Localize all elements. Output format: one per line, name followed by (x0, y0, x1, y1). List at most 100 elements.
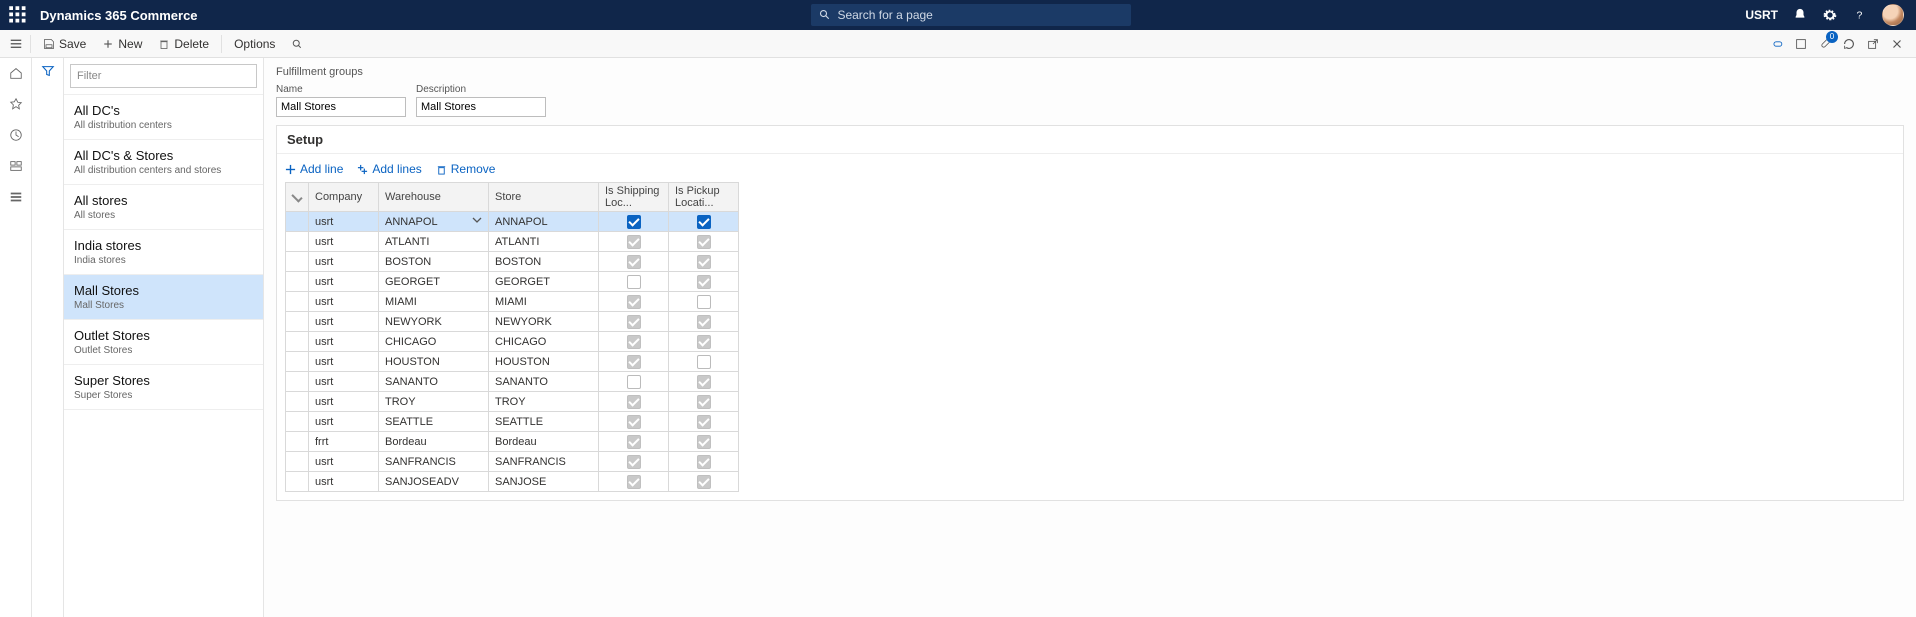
cell-store[interactable]: SANJOSE (489, 472, 599, 492)
cell-company[interactable]: usrt (309, 292, 379, 312)
table-row[interactable]: usrt SEATTLE SEATTLE (286, 412, 739, 432)
company-picker[interactable]: USRT (1745, 8, 1778, 22)
cell-store[interactable]: ATLANTI (489, 232, 599, 252)
checkbox[interactable] (627, 375, 641, 389)
action-search-button[interactable] (283, 30, 311, 57)
nav-item[interactable]: Outlet StoresOutlet Stores (64, 320, 263, 365)
nav-filter-input[interactable] (70, 64, 257, 88)
cell-company[interactable]: usrt (309, 412, 379, 432)
cell-store[interactable]: Bordeau (489, 432, 599, 452)
cell-store[interactable]: SANANTO (489, 372, 599, 392)
checkbox[interactable] (697, 355, 711, 369)
link-icon[interactable] (1770, 37, 1784, 51)
table-row[interactable]: usrt MIAMI MIAMI (286, 292, 739, 312)
table-row[interactable]: usrt ANNAPOL ANNAPOL (286, 212, 739, 232)
delete-button[interactable]: Delete (150, 30, 217, 57)
remove-button[interactable]: Remove (436, 162, 496, 176)
gear-icon[interactable] (1822, 7, 1838, 23)
checkbox[interactable] (627, 275, 641, 289)
table-row[interactable]: usrt BOSTON BOSTON (286, 252, 739, 272)
cell-warehouse[interactable]: SEATTLE (385, 416, 433, 428)
nav-item[interactable]: All storesAll stores (64, 185, 263, 230)
cell-store[interactable]: TROY (489, 392, 599, 412)
nav-item[interactable]: All DC's & StoresAll distribution center… (64, 140, 263, 185)
cell-company[interactable]: usrt (309, 272, 379, 292)
workspaces-icon[interactable] (9, 159, 23, 176)
col-warehouse[interactable]: Warehouse (379, 183, 489, 212)
description-input[interactable] (416, 97, 546, 117)
close-icon[interactable] (1890, 37, 1904, 51)
col-store[interactable]: Store (489, 183, 599, 212)
cell-company[interactable]: usrt (309, 332, 379, 352)
refresh-icon[interactable] (1842, 37, 1856, 51)
cell-store[interactable]: CHICAGO (489, 332, 599, 352)
nav-item[interactable]: Super StoresSuper Stores (64, 365, 263, 410)
cell-warehouse[interactable]: GEORGET (385, 276, 440, 288)
cell-warehouse[interactable]: SANANTO (385, 376, 438, 388)
cell-warehouse[interactable]: SANJOSEADV (385, 476, 459, 488)
cell-company[interactable]: usrt (309, 372, 379, 392)
setup-section-header[interactable]: Setup (277, 126, 1903, 154)
cell-store[interactable]: GEORGET (489, 272, 599, 292)
open-icon[interactable] (1794, 37, 1808, 51)
modules-icon[interactable] (9, 190, 23, 207)
table-row[interactable]: usrt ATLANTI ATLANTI (286, 232, 739, 252)
chevron-down-icon[interactable] (472, 215, 482, 228)
col-pickup[interactable]: Is Pickup Locati... (669, 183, 739, 212)
cell-store[interactable]: MIAMI (489, 292, 599, 312)
cell-warehouse[interactable]: MIAMI (385, 296, 417, 308)
nav-item[interactable]: Mall StoresMall Stores (64, 275, 263, 320)
filter-icon[interactable] (41, 64, 55, 81)
add-line-button[interactable]: Add line (285, 162, 343, 176)
options-button[interactable]: Options (226, 30, 283, 57)
cell-warehouse[interactable]: CHICAGO (385, 336, 436, 348)
cell-company[interactable]: usrt (309, 232, 379, 252)
col-select[interactable] (286, 183, 309, 212)
app-launcher-icon[interactable] (8, 5, 28, 25)
col-shipping[interactable]: Is Shipping Loc... (599, 183, 669, 212)
cell-company[interactable]: usrt (309, 452, 379, 472)
cell-warehouse[interactable]: ATLANTI (385, 236, 429, 248)
cell-warehouse[interactable]: ANNAPOL (385, 216, 438, 228)
recent-icon[interactable] (9, 128, 23, 145)
checkbox[interactable] (697, 215, 711, 229)
cell-warehouse[interactable]: TROY (385, 396, 416, 408)
table-row[interactable]: usrt SANANTO SANANTO (286, 372, 739, 392)
cell-company[interactable]: usrt (309, 212, 379, 232)
name-input[interactable] (276, 97, 406, 117)
cell-warehouse[interactable]: SANFRANCIS (385, 456, 456, 468)
table-row[interactable]: usrt GEORGET GEORGET (286, 272, 739, 292)
cell-company[interactable]: usrt (309, 392, 379, 412)
table-row[interactable]: usrt HOUSTON HOUSTON (286, 352, 739, 372)
cell-company[interactable]: frrt (309, 432, 379, 452)
cell-warehouse[interactable]: NEWYORK (385, 316, 442, 328)
nav-item[interactable]: All DC'sAll distribution centers (64, 95, 263, 140)
user-avatar[interactable] (1882, 4, 1904, 26)
table-row[interactable]: usrt SANFRANCIS SANFRANCIS (286, 452, 739, 472)
cell-store[interactable]: BOSTON (489, 252, 599, 272)
cell-warehouse[interactable]: HOUSTON (385, 356, 440, 368)
nav-toggle-icon[interactable] (6, 37, 26, 51)
new-button[interactable]: New (94, 30, 150, 57)
help-icon[interactable]: ? (1852, 7, 1868, 23)
cell-store[interactable]: SANFRANCIS (489, 452, 599, 472)
cell-store[interactable]: SEATTLE (489, 412, 599, 432)
cell-warehouse[interactable]: BOSTON (385, 256, 431, 268)
table-row[interactable]: frrt Bordeau Bordeau (286, 432, 739, 452)
cell-store[interactable]: HOUSTON (489, 352, 599, 372)
nav-item[interactable]: India storesIndia stores (64, 230, 263, 275)
cell-company[interactable]: usrt (309, 352, 379, 372)
table-row[interactable]: usrtNEWYORKNEWYORK (286, 312, 739, 332)
add-lines-button[interactable]: Add lines (357, 162, 421, 176)
global-search[interactable]: Search for a page (811, 4, 1131, 26)
popout-icon[interactable] (1866, 37, 1880, 51)
attachments-icon[interactable]: 0 (1818, 37, 1832, 51)
cell-store[interactable]: ANNAPOL (489, 212, 599, 232)
cell-company[interactable]: usrt (309, 252, 379, 272)
cell-warehouse[interactable]: Bordeau (385, 436, 427, 448)
col-company[interactable]: Company (309, 183, 379, 212)
notifications-icon[interactable] (1792, 7, 1808, 23)
cell-company[interactable]: usrt (309, 312, 379, 332)
cell-company[interactable]: usrt (309, 472, 379, 492)
checkbox[interactable] (627, 215, 641, 229)
